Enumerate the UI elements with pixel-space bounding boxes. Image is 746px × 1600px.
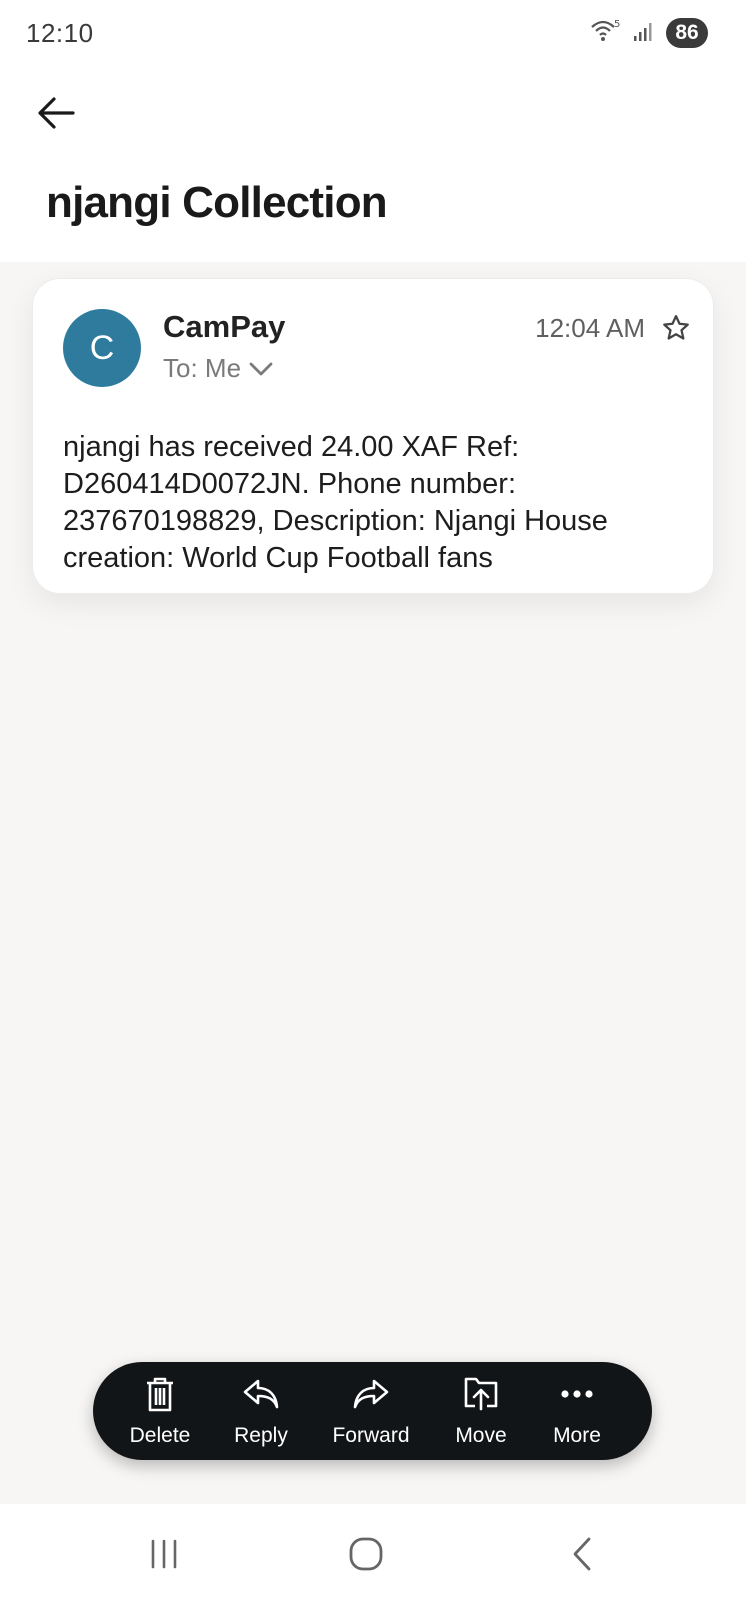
status-icons: 5 86 xyxy=(590,18,708,48)
more-label: More xyxy=(553,1424,601,1447)
avatar[interactable]: C xyxy=(63,309,141,387)
forward-label: Forward xyxy=(332,1424,410,1447)
message-body: njangi has received 24.00 XAF Ref: D2604… xyxy=(63,431,608,574)
recents-button[interactable] xyxy=(144,1534,184,1574)
trash-icon xyxy=(147,1377,173,1412)
star-icon xyxy=(663,315,689,340)
wifi-icon: 5 xyxy=(590,18,622,49)
action-bar: Delete Reply Forward Move More xyxy=(93,1362,652,1460)
status-time: 12:10 xyxy=(26,18,94,48)
back-icon xyxy=(573,1537,591,1571)
home-icon xyxy=(349,1537,383,1571)
wifi-label: 5 xyxy=(614,19,620,30)
move-label: Move xyxy=(455,1424,507,1447)
arrow-left-icon xyxy=(38,97,75,129)
system-back-button[interactable] xyxy=(562,1534,602,1574)
system-nav-bar xyxy=(0,1504,746,1600)
more-button[interactable]: More xyxy=(527,1374,627,1450)
reply-label: Reply xyxy=(234,1424,288,1447)
message-time: 12:04 AM xyxy=(535,313,645,343)
chevron-down-icon xyxy=(249,362,273,375)
message-card[interactable]: C CamPay To: Me 12:04 AM njangi has rece… xyxy=(32,278,714,594)
battery-indicator: 86 xyxy=(666,18,708,48)
delete-button[interactable]: Delete xyxy=(110,1374,210,1450)
recipient-toggle[interactable]: To: Me xyxy=(163,353,273,384)
top-area: 12:10 5 86 njangi Collection xyxy=(0,0,746,262)
forward-icon xyxy=(353,1379,389,1409)
delete-label: Delete xyxy=(129,1424,191,1447)
reply-button[interactable]: Reply xyxy=(211,1374,311,1450)
move-button[interactable]: Move xyxy=(431,1374,531,1450)
more-icon xyxy=(561,1390,593,1398)
page-title: njangi Collection xyxy=(46,178,388,227)
signal-icon xyxy=(632,19,656,48)
star-button[interactable] xyxy=(661,313,691,343)
sender-name: CamPay xyxy=(163,309,286,344)
reply-icon xyxy=(243,1379,279,1409)
recipient-label: To: Me xyxy=(163,353,242,383)
recents-icon xyxy=(151,1539,177,1569)
home-button[interactable] xyxy=(346,1534,386,1574)
forward-button[interactable]: Forward xyxy=(321,1374,421,1450)
back-button[interactable] xyxy=(32,92,80,134)
move-icon xyxy=(464,1377,498,1411)
